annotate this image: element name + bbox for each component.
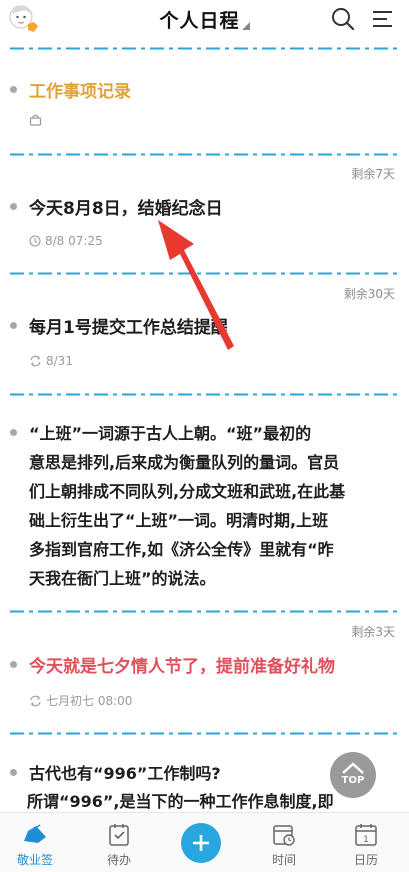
item-divider (10, 153, 399, 156)
item-bullet (10, 86, 17, 93)
item-bullet (10, 429, 17, 436)
item-title[interactable]: 今天就是七夕情人节了，提前准备好礼物 (29, 652, 335, 677)
scroll-to-top-button[interactable]: TOP (330, 752, 376, 798)
item-title[interactable]: 所谓“996”,是当下的一种工作作息制度,即 (27, 788, 334, 812)
item-repeat: 8/31 (29, 354, 73, 368)
item-divider (10, 47, 399, 50)
item-repeat-text: 七月初七 08:00 (46, 694, 133, 708)
item-divider (10, 393, 399, 396)
note-line: 多指到官府工作,如《济公全传》里就有“昨 (29, 540, 334, 559)
svg-text:1: 1 (363, 835, 369, 845)
nav-item-calendar[interactable]: 1 日历 (331, 813, 401, 872)
remaining-days-label: 剩余30天 (343, 287, 395, 301)
top-bar: 个人日程 (0, 0, 409, 40)
item-repeat: 七月初七 08:00 (29, 692, 132, 709)
item-bullet (10, 203, 17, 210)
note-line: “上班”一词源于古人上朝。“班”最初的 (29, 424, 312, 443)
item-time: 8/8 07:25 (29, 234, 103, 248)
item-title[interactable]: 今天8月8日，结婚纪念日 (29, 194, 223, 219)
note-line: 础上衍生出了“上班”一词。明清时期,上班 (29, 511, 329, 530)
item-title[interactable]: 工作事项记录 (29, 77, 131, 102)
time-calendar-icon (271, 823, 297, 847)
calendar-icon: 1 (353, 823, 379, 847)
item-repeat-text: 8/31 (46, 354, 73, 368)
item-bullet (10, 661, 17, 668)
page-title: 个人日程 (159, 10, 240, 32)
top-button-label: TOP (341, 775, 365, 786)
attachment-icon (29, 113, 46, 126)
todo-checklist-icon (106, 823, 132, 847)
dropdown-caret-icon (241, 15, 250, 34)
remaining-days-label: 剩余7天 (351, 167, 395, 181)
note-line: 们上朝排成不同队列,分成文班和武班,在此基 (29, 482, 346, 501)
add-button[interactable] (181, 823, 221, 863)
bottom-nav: 敬业签 待办 时间 1 日历 (0, 812, 409, 872)
nav-item-time[interactable]: 时间 (249, 813, 319, 872)
repeat-icon (30, 355, 41, 367)
note-paragraph[interactable]: “上班”一词源于古人上朝。“班”最初的 意思是排列,后来成为衡量队列的量词。官员… (29, 419, 389, 593)
nav-label: 敬业签 (16, 853, 53, 867)
search-icon[interactable] (330, 6, 356, 32)
note-line: 天我在衙门上班”的说法。 (29, 569, 216, 588)
item-divider (10, 610, 399, 613)
nav-label: 日历 (353, 853, 378, 867)
clock-icon (29, 235, 41, 247)
item-bullet (10, 769, 17, 776)
nav-item-todo[interactable]: 待办 (84, 813, 154, 872)
item-divider (10, 732, 399, 735)
note-icon (22, 823, 48, 847)
nav-item-jingyeqian[interactable]: 敬业签 (0, 813, 70, 872)
nav-label: 时间 (271, 853, 296, 867)
item-bullet (10, 322, 17, 329)
item-title[interactable]: 古代也有“996”工作制吗? (29, 760, 221, 784)
item-time-text: 8/8 07:25 (45, 234, 103, 248)
nav-label: 待办 (106, 853, 131, 867)
note-line: 意思是排列,后来成为衡量队列的量词。官员 (29, 453, 340, 472)
remaining-days-label: 剩余3天 (351, 625, 395, 639)
annotation-arrow (150, 220, 240, 355)
menu-icon[interactable] (370, 6, 396, 32)
repeat-icon (30, 695, 41, 706)
